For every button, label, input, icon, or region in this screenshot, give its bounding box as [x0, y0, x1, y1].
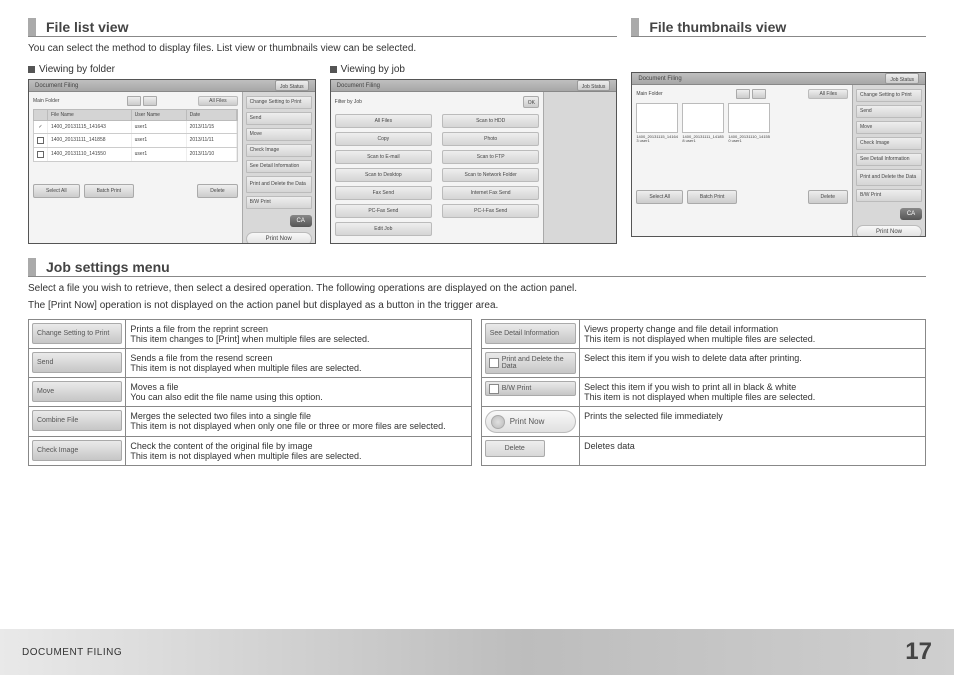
screenshot-thumbnails: Document FilingJob Status Main Folder Al…	[631, 72, 926, 237]
ok-button[interactable]: OK	[523, 96, 539, 108]
job-filter-button[interactable]: Scan to FTP	[442, 150, 539, 164]
select-all-button[interactable]: Select All	[636, 190, 683, 204]
menu-desc: Prints the selected file immediately	[580, 407, 926, 437]
job-filter-button[interactable]: Scan to Desktop	[335, 168, 432, 182]
job-filter-button[interactable]: Photo	[442, 132, 539, 146]
job-filter-button[interactable]: PC-Fax Send	[335, 204, 432, 218]
job-filter-button[interactable]: Scan to Network Folder	[442, 168, 539, 182]
menu-desc: Prints a file from the reprint screenThi…	[126, 320, 471, 349]
action-move[interactable]: Move	[246, 128, 312, 141]
page-number: 17	[905, 638, 932, 666]
menu-desc: Deletes data	[580, 437, 926, 466]
menu-item-move: Move	[32, 381, 122, 402]
list-icon[interactable]	[736, 89, 750, 99]
menu-desc: Views property change and file detail in…	[580, 320, 926, 349]
ca-button[interactable]: CA	[290, 215, 312, 227]
menu-item-see-detail-information: See Detail Information	[485, 323, 576, 344]
all-files-button[interactable]: All Files	[808, 89, 848, 99]
job-settings-table: Change Setting to PrintPrints a file fro…	[28, 319, 926, 466]
action-pad[interactable]: Print and Delete the Data	[246, 176, 312, 193]
job-filter-button[interactable]: Scan to E-mail	[335, 150, 432, 164]
action-change[interactable]: Change Setting to Print	[246, 96, 312, 109]
menu-item-delete: Delete	[485, 440, 545, 457]
job-intro-1: Select a file you wish to retrieve, then…	[28, 283, 926, 294]
job-filter-button[interactable]: Fax Send	[335, 186, 432, 200]
menu-item-change-setting-to-print: Change Setting to Print	[32, 323, 122, 344]
heading-file-list: File list view	[28, 18, 617, 37]
batch-print-button[interactable]: Batch Print	[687, 190, 737, 204]
action-bw[interactable]: B/W Print	[246, 196, 312, 209]
menu-item-print-and-delete-the-data: Print and Delete the Data	[485, 352, 576, 374]
footer-section: Document Filing	[22, 647, 122, 658]
sub-folder: Viewing by folder	[28, 64, 316, 75]
menu-desc: Check the content of the original file b…	[126, 437, 471, 466]
job-filter-button[interactable]: Edit Job	[335, 222, 432, 236]
job-filter-button[interactable]: All Files	[335, 114, 432, 128]
heading-thumb: File thumbnails view	[631, 18, 926, 37]
job-filter-button[interactable]: Scan to HDD	[442, 114, 539, 128]
batch-print-button[interactable]: Batch Print	[84, 184, 134, 198]
delete-button[interactable]: Delete	[808, 190, 848, 204]
page-footer: Document Filing 17	[0, 629, 954, 675]
menu-desc: Moves a fileYou can also edit the file n…	[126, 378, 471, 407]
job-filter-button[interactable]: Copy	[335, 132, 432, 146]
sub-job: Viewing by job	[330, 64, 618, 75]
intro-text: You can select the method to display fil…	[28, 43, 617, 54]
thumb-icon[interactable]	[752, 89, 766, 99]
job-filter-button[interactable]: Internet Fax Send	[442, 186, 539, 200]
heading-job-settings: Job settings menu	[28, 258, 926, 277]
screenshot-folder: Document FilingJob Status Main Folder Al…	[28, 79, 316, 244]
list-icon[interactable]	[127, 96, 141, 106]
menu-desc: Sends a file from the resend screenThis …	[126, 349, 471, 378]
delete-button[interactable]: Delete	[197, 184, 237, 198]
screenshot-job: Document FilingJob Status Filter by Job …	[330, 79, 618, 244]
select-all-button[interactable]: Select All	[33, 184, 80, 198]
menu-desc: Select this item if you wish to delete d…	[580, 349, 926, 378]
menu-desc: Select this item if you wish to print al…	[580, 378, 926, 407]
action-check[interactable]: Check Image	[246, 144, 312, 157]
job-intro-2: The [Print Now] operation is not display…	[28, 300, 926, 311]
action-detail[interactable]: See Detail Information	[246, 160, 312, 173]
print-now-button[interactable]: Print Now	[246, 232, 312, 244]
menu-desc: Merges the selected two files into a sin…	[126, 407, 471, 437]
all-files-button[interactable]: All Files	[198, 96, 238, 106]
menu-item-combine-file: Combine File	[32, 410, 122, 431]
job-filter-button[interactable]: PC-I-Fax Send	[442, 204, 539, 218]
menu-item-check-image: Check Image	[32, 440, 122, 461]
menu-item-b-w-print: B/W Print	[485, 381, 576, 396]
menu-item-print-now: Print Now	[485, 410, 576, 433]
thumb-icon[interactable]	[143, 96, 157, 106]
menu-item-send: Send	[32, 352, 122, 373]
action-send[interactable]: Send	[246, 112, 312, 125]
